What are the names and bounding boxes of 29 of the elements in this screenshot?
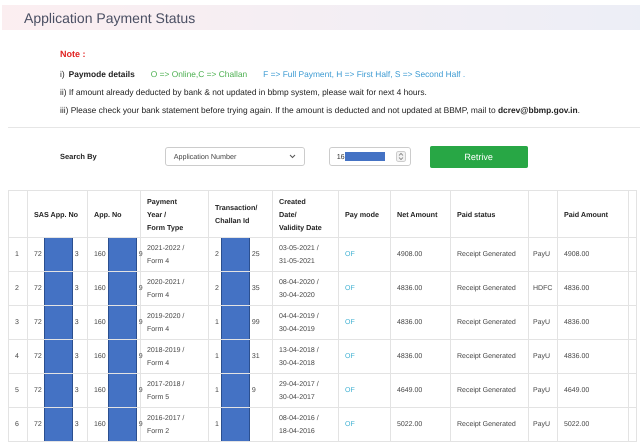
payment-legend: F => Full Payment, H => First Half, S => Second Half . — [263, 69, 466, 80]
note-line: iii) Please check your bank statement before trying again. If the amount is deducted and not updated at BBMP, mail to dcrev@bbmp.gov.in. — [60, 105, 581, 116]
note-line: ii) If amount already deducted by bank & not updated in bbmp system, please wait for next 4 hours. — [60, 87, 428, 98]
list-number: i) — [60, 69, 65, 80]
page-title: Application Payment Status — [24, 10, 196, 26]
redaction-bar — [344, 152, 385, 162]
redaction-bar — [44, 306, 73, 340]
redaction-bar — [108, 374, 137, 408]
chevron-down-icon — [288, 154, 296, 160]
redaction-bar — [108, 238, 137, 272]
redaction-bar — [44, 272, 73, 306]
redaction-bar — [220, 340, 250, 374]
redaction-bar — [44, 238, 73, 272]
spinner-icon — [396, 151, 406, 162]
redaction-bar — [108, 272, 137, 306]
redaction-bar — [220, 306, 250, 340]
redaction-bar — [220, 374, 250, 408]
note-heading: Note : — [60, 49, 86, 60]
redaction-bar — [220, 272, 250, 306]
redaction-bar — [44, 374, 73, 408]
redaction-bar — [108, 306, 137, 340]
redaction-bar — [108, 340, 137, 374]
redaction-bar — [44, 340, 73, 374]
redaction-bar — [220, 408, 250, 442]
paymode-label: Paymode details — [68, 69, 135, 80]
redaction-bar — [220, 238, 250, 272]
redaction-bar — [44, 408, 73, 442]
redaction-bar — [108, 408, 137, 442]
paymode-legend: O => Online,C => Challan — [150, 69, 248, 80]
